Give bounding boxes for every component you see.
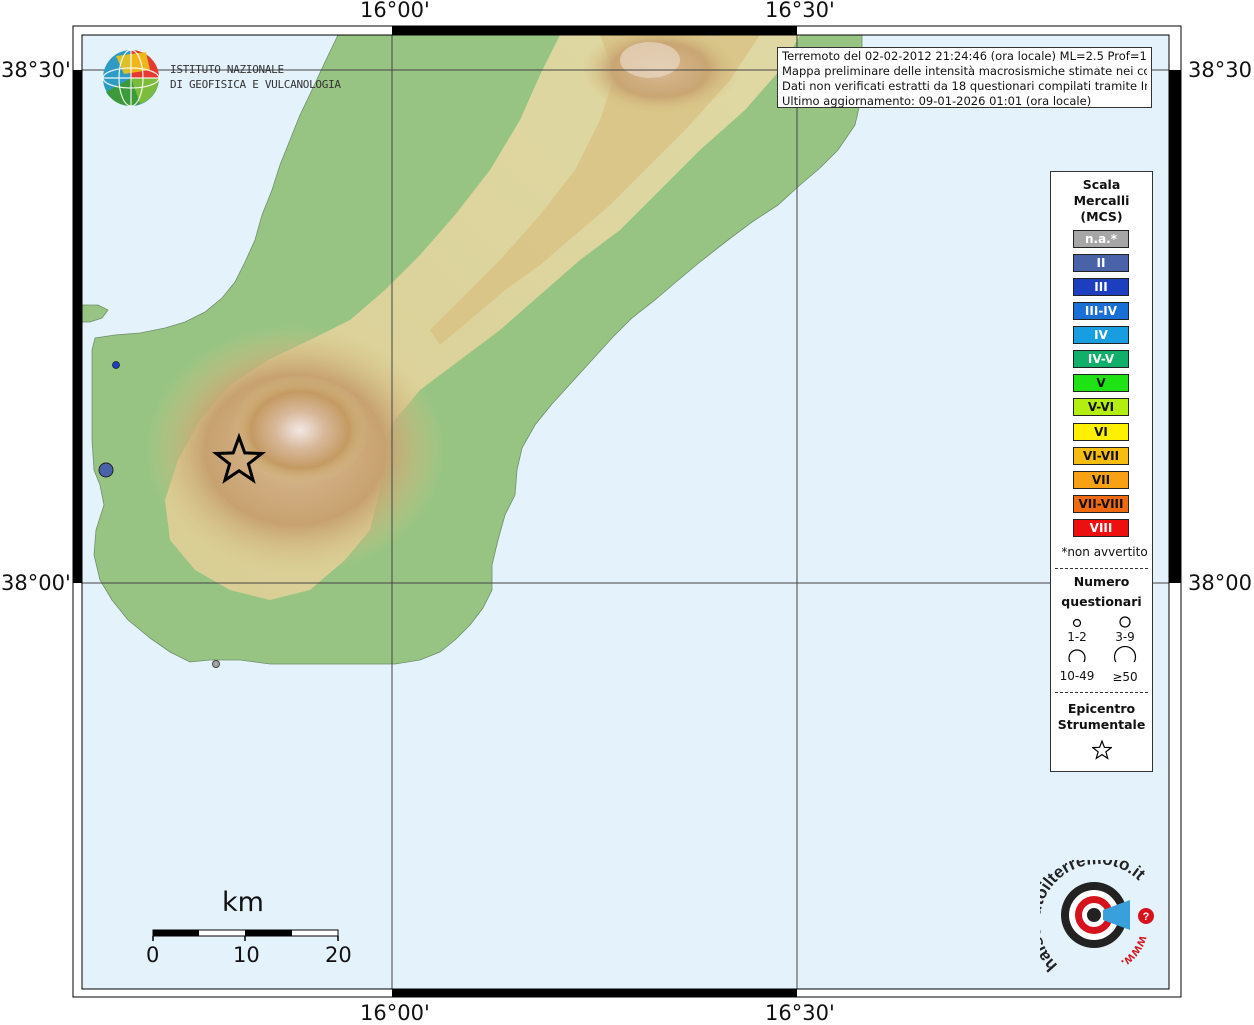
- legend-epicenter-line1: Epicentro: [1067, 701, 1136, 716]
- lon-label-bottom-2: 16°30': [765, 1001, 835, 1025]
- site-logo-text: haisentitoilterremoto.it www.: [1040, 860, 1152, 975]
- legend-count-label: ≥50: [1112, 670, 1138, 684]
- legend-count-label: 1-2: [1067, 630, 1087, 644]
- legend-swatch-viii: VIII: [1073, 519, 1129, 537]
- legend-swatch-iii: III: [1073, 278, 1129, 296]
- lon-label-top-2: 16°30': [765, 0, 835, 22]
- lat-label-left-1: 38°30': [1, 58, 71, 82]
- legend-title-line1: Scala: [1082, 177, 1121, 192]
- event-info-line: Terremoto del 02-02-2012 21:24:46 (ora l…: [782, 49, 1147, 63]
- site-logo-www: www.: [1119, 933, 1152, 971]
- lat-label-right-2: 38°00': [1188, 571, 1254, 595]
- legend-star-icon: [1092, 740, 1112, 760]
- legend-count-title-line1: Numero: [1073, 574, 1130, 589]
- lat-label-right-1: 38°30': [1188, 58, 1254, 82]
- legend-swatch-v-vi: V-VI: [1073, 398, 1129, 416]
- legend-epicenter-line2: Strumentale: [1057, 717, 1146, 732]
- municipality-marker[interactable]: [112, 361, 120, 369]
- legend-swatch-ii: II: [1073, 254, 1129, 272]
- north-summit-top: [620, 42, 680, 78]
- scale-tick-label: 10: [233, 943, 260, 967]
- event-info-line: Dati non verificati estratti da 18 quest…: [782, 79, 1147, 93]
- legend-swatch-vi: VI: [1073, 423, 1129, 441]
- legend-swatch-iv: IV: [1073, 326, 1129, 344]
- svg-text:www.: www.: [1119, 933, 1152, 971]
- municipality-marker[interactable]: [98, 462, 114, 478]
- legend-count-title-line2: questionari: [1061, 594, 1142, 609]
- legend-count-label: 3-9: [1115, 630, 1135, 644]
- legend-swatch-vii-viii: VII-VIII: [1073, 495, 1129, 513]
- legend-divider: [1055, 568, 1148, 569]
- scale-tick-label: 0: [146, 943, 160, 967]
- legend-swatch-v: V: [1073, 374, 1129, 392]
- legend-swatch-iv-v: IV-V: [1073, 350, 1129, 368]
- legend-title-line3: (MCS): [1080, 209, 1123, 224]
- legend-swatch-vii: VII: [1073, 471, 1129, 489]
- event-info-line: Ultimo aggiornamento: 09-01-2026 01:01 (…: [782, 94, 1092, 108]
- lon-label-top-1: 16°00': [360, 0, 430, 22]
- event-info-line: Mappa preliminare delle intensità macros…: [782, 64, 1147, 78]
- legend-note: *non avvertito: [1061, 545, 1148, 559]
- ingv-logo-line2: DI GEOFISICA E VULCANOLOGIA: [170, 78, 341, 91]
- legend-swatch-iii-iv: III-IV: [1073, 302, 1129, 320]
- lat-label-left-2: 38°00': [1, 571, 71, 595]
- ingv-globe-icon: [102, 49, 160, 107]
- lon-label-bottom-1: 16°00': [360, 1001, 430, 1025]
- municipality-marker[interactable]: [212, 660, 220, 668]
- legend: Scala Mercalli (MCS) n.a.* II III III-IV…: [1050, 171, 1153, 772]
- ingv-logo-line1: ISTITUTO NAZIONALE: [170, 63, 284, 76]
- event-info-box: Terremoto del 02-02-2012 21:24:46 (ora l…: [777, 47, 1152, 108]
- scale-unit-label: km: [222, 887, 264, 918]
- legend-swatch-na: n.a.*: [1073, 230, 1129, 248]
- legend-divider: [1055, 692, 1148, 693]
- scale-tick-label: 20: [325, 943, 352, 967]
- legend-title-line2: Mercalli: [1073, 193, 1130, 208]
- legend-swatch-vi-vii: VI-VII: [1073, 447, 1129, 465]
- legend-count-label: 10-49: [1059, 669, 1095, 683]
